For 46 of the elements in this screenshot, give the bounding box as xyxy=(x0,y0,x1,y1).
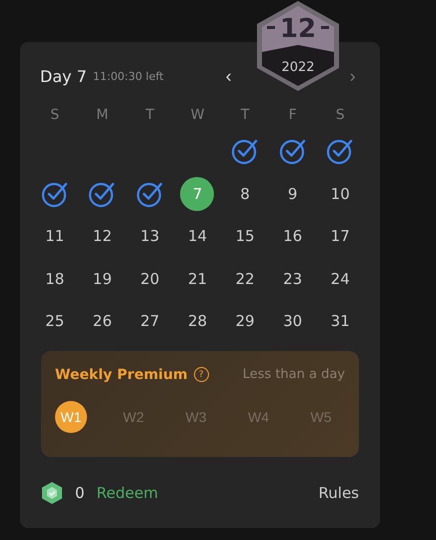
calendar-date[interactable]: 19 xyxy=(92,270,112,288)
weekday-label: S xyxy=(336,106,345,125)
calendar-date[interactable]: 16 xyxy=(283,227,302,246)
weekday-label: T xyxy=(240,106,250,125)
calendar-date[interactable]: 8 xyxy=(240,184,250,203)
calendar-date[interactable]: 14 xyxy=(188,227,208,246)
check-circle-icon xyxy=(231,137,260,166)
calendar-date[interactable]: 17 xyxy=(330,227,350,246)
points-count: 0 xyxy=(75,484,85,502)
calendar-date[interactable]: 10 xyxy=(330,184,350,203)
calendar-date[interactable]: 27 xyxy=(140,312,160,330)
calendar-date[interactable]: 21 xyxy=(188,270,208,288)
calendar-date[interactable]: 22 xyxy=(236,270,255,288)
calendar-date[interactable]: 30 xyxy=(283,312,302,330)
calendar-date[interactable]: 24 xyxy=(330,270,350,288)
redeem-link[interactable]: Redeem xyxy=(96,484,158,502)
badge-year: 2022 xyxy=(280,60,316,75)
countdown: 11:00:30 left xyxy=(92,70,164,82)
check-circle-icon xyxy=(278,137,307,166)
calendar-date[interactable]: 13 xyxy=(140,227,160,246)
previous-button[interactable]: ‹ xyxy=(226,67,232,85)
calendar-date[interactable]: 11 xyxy=(45,227,64,246)
weekday-label: T xyxy=(146,106,154,125)
help-icon[interactable]: ? xyxy=(194,367,209,382)
weekday-label: M xyxy=(96,106,108,125)
premium-title: Weekly Premium xyxy=(55,366,188,382)
weekday-label: S xyxy=(50,106,60,125)
remaining-time: Less than a day xyxy=(242,367,345,382)
calendar-date[interactable]: 23 xyxy=(283,270,302,288)
calendar-date[interactable]: 31 xyxy=(330,312,350,330)
calendar-date[interactable]: 12 xyxy=(92,227,112,246)
calendar-date[interactable]: 26 xyxy=(92,312,112,330)
weekday-label: F xyxy=(288,106,297,125)
calendar-date[interactable]: 29 xyxy=(236,312,255,330)
weekday-label: W xyxy=(190,106,204,125)
gem-icon xyxy=(41,480,63,504)
day-title: Day 7 xyxy=(40,66,87,86)
calendar-date[interactable]: 18 xyxy=(45,270,64,288)
calendar-date[interactable]: 9 xyxy=(288,184,298,203)
calendar-date[interactable]: 20 xyxy=(140,270,160,288)
rules-link[interactable]: Rules xyxy=(318,484,359,502)
check-circle-icon xyxy=(326,137,354,166)
badge-month: 12 xyxy=(278,14,318,44)
calendar-date[interactable]: 28 xyxy=(188,312,208,330)
calendar-date[interactable]: 25 xyxy=(45,312,64,330)
calendar-date[interactable]: 15 xyxy=(236,227,255,246)
